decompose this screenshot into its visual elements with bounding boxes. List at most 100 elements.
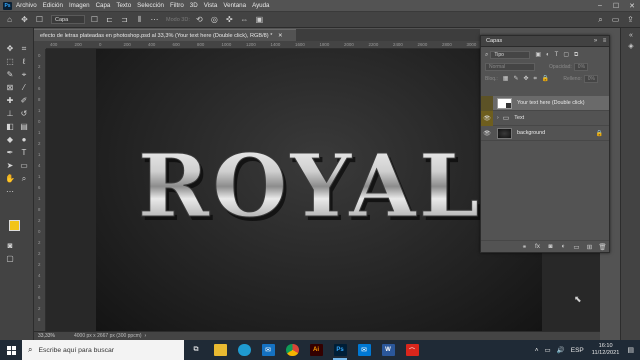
- menu-imagen[interactable]: Imagen: [69, 2, 90, 9]
- scale-3d-icon[interactable]: ▣: [254, 14, 265, 25]
- link-layers-icon[interactable]: ⚭: [518, 243, 531, 251]
- screen-mode-icon[interactable]: ▢: [4, 253, 16, 264]
- align-left-icon[interactable]: ⊏: [104, 14, 115, 25]
- collapse-panels-icon[interactable]: «: [625, 32, 637, 42]
- shape-tool-icon[interactable]: ▭: [18, 160, 30, 171]
- lock-paint-icon[interactable]: ✎: [513, 76, 518, 82]
- filter-adjust-icon[interactable]: ◐: [546, 52, 550, 58]
- quick-select-tool-icon[interactable]: ✎: [4, 69, 16, 80]
- pan-3d-icon[interactable]: ✜: [224, 14, 235, 25]
- gradient-tool-icon[interactable]: ▤: [18, 121, 30, 132]
- volume-icon[interactable]: 🔊: [557, 346, 565, 354]
- fill-input[interactable]: 0%: [583, 75, 598, 83]
- edge-button[interactable]: [232, 340, 256, 360]
- pen-tool-icon[interactable]: ✒: [4, 147, 16, 158]
- word-button[interactable]: W: [376, 340, 400, 360]
- new-group-icon[interactable]: ▭: [570, 243, 583, 251]
- close-button[interactable]: ✕: [624, 2, 640, 10]
- horizontal-ruler[interactable]: 400 200 0 200 400 600 800 1000 1200 1400 1600 1800 2…: [46, 41, 480, 49]
- filter-pixel-icon[interactable]: ▣: [535, 52, 541, 58]
- document-tab[interactable]: efecto de letras plateadas en photoshop.…: [34, 29, 296, 41]
- distribute-icon[interactable]: ⋯: [149, 14, 160, 25]
- marquee-tool-icon[interactable]: ⬚: [4, 56, 16, 67]
- menu-edicion[interactable]: Edición: [43, 2, 63, 9]
- lock-artboard-icon[interactable]: ⌗: [534, 76, 537, 82]
- transform-controls-checkbox[interactable]: ☐: [89, 14, 100, 25]
- show-hidden-icons-chevron-icon[interactable]: ˄: [535, 347, 539, 354]
- filter-type-icon[interactable]: T: [555, 52, 559, 58]
- expand-group-chevron-icon[interactable]: ›: [497, 115, 499, 121]
- taskbar-search-box[interactable]: ⌕ Escribe aquí para buscar: [22, 340, 184, 360]
- move-tool-icon[interactable]: ✥: [4, 43, 16, 54]
- lock-pixels-icon[interactable]: ▦: [503, 76, 509, 82]
- layer-name[interactable]: background: [517, 130, 545, 136]
- zoom-level[interactable]: 33,33%: [34, 333, 74, 339]
- layers-panel-icon[interactable]: ◈: [625, 42, 637, 52]
- search-icon[interactable]: ⌕: [595, 14, 606, 25]
- acrobat-button[interactable]: ⌒: [400, 340, 424, 360]
- delete-layer-icon[interactable]: 🗑: [596, 243, 609, 251]
- menu-archivo[interactable]: Archivo: [16, 2, 37, 9]
- roll-3d-icon[interactable]: ◎: [209, 14, 220, 25]
- workspace-icon[interactable]: ▭: [610, 14, 621, 25]
- status-menu-arrow-icon[interactable]: ›: [145, 333, 147, 339]
- orbit-3d-icon[interactable]: ⟲: [194, 14, 205, 25]
- share-icon[interactable]: ⇪: [625, 14, 636, 25]
- opacity-input[interactable]: 0%: [573, 63, 588, 71]
- maximize-button[interactable]: ☐: [608, 2, 624, 10]
- slide-3d-icon[interactable]: ⇔: [239, 14, 250, 25]
- lock-position-icon[interactable]: ✥: [524, 76, 529, 82]
- menu-ayuda[interactable]: Ayuda: [252, 2, 269, 9]
- type-tool-icon[interactable]: T: [18, 147, 30, 158]
- network-icon[interactable]: ▭: [545, 346, 551, 354]
- minimize-button[interactable]: –: [592, 2, 608, 10]
- crop-tool-icon[interactable]: ⌖: [18, 69, 30, 80]
- artboard-tool-icon[interactable]: ⌗: [18, 43, 30, 54]
- vertical-ruler[interactable]: 0246810121416182022242628: [34, 49, 46, 331]
- file-explorer-button[interactable]: [208, 340, 232, 360]
- healing-brush-tool-icon[interactable]: ✚: [4, 95, 16, 106]
- add-mask-icon[interactable]: ◙: [544, 243, 557, 250]
- adjustment-layer-icon[interactable]: ◐: [557, 243, 570, 250]
- eyedropper-tool-icon[interactable]: ⁄: [18, 82, 30, 93]
- filter-smart-icon[interactable]: ⧉: [574, 52, 578, 58]
- chrome-button[interactable]: [280, 340, 304, 360]
- collapse-icon[interactable]: »: [591, 38, 600, 44]
- menu-vista[interactable]: Vista: [204, 2, 218, 9]
- auto-select-target-select[interactable]: Capa: [51, 15, 85, 24]
- lasso-tool-icon[interactable]: ℓ: [18, 56, 30, 67]
- layer-row-group[interactable]: 👁 › ▭ Text: [481, 110, 609, 126]
- auto-select-checkbox[interactable]: ☐: [34, 14, 45, 25]
- mail-app-button[interactable]: ✉: [352, 340, 376, 360]
- photoshop-button[interactable]: Ps: [328, 340, 352, 360]
- layers-panel-title[interactable]: Capas: [486, 38, 502, 44]
- mail-button[interactable]: ✉: [256, 340, 280, 360]
- history-brush-tool-icon[interactable]: ↺: [18, 108, 30, 119]
- blend-mode-select[interactable]: Normal: [485, 63, 535, 71]
- visibility-toggle-off[interactable]: [481, 95, 493, 111]
- notifications-icon[interactable]: ▤: [627, 346, 634, 354]
- illustrator-button[interactable]: Ai: [304, 340, 328, 360]
- menu-texto[interactable]: Texto: [116, 2, 131, 9]
- layer-name[interactable]: Your text here (Double click): [517, 100, 585, 106]
- language-indicator[interactable]: ESP: [571, 347, 584, 354]
- menu-3d[interactable]: 3D: [190, 2, 198, 9]
- frame-tool-icon[interactable]: ⊠: [4, 82, 16, 93]
- align-right-icon[interactable]: ⫴: [134, 14, 145, 25]
- filter-shape-icon[interactable]: ▢: [563, 52, 569, 58]
- layer-row-background[interactable]: 👁 background 🔒: [481, 126, 609, 141]
- brush-tool-icon[interactable]: ✐: [18, 95, 30, 106]
- layer-filter-select[interactable]: Tipo: [490, 51, 531, 59]
- eraser-tool-icon[interactable]: ◧: [4, 121, 16, 132]
- close-tab-icon[interactable]: ✕: [278, 33, 283, 39]
- panel-menu-icon[interactable]: ≡: [600, 38, 609, 44]
- menu-ventana[interactable]: Ventana: [223, 2, 246, 9]
- zoom-tool-icon[interactable]: ⌕: [18, 173, 30, 184]
- blur-tool-icon[interactable]: ◆: [4, 134, 16, 145]
- menu-filtro[interactable]: Filtro: [170, 2, 184, 9]
- visibility-toggle-eye-icon[interactable]: 👁: [481, 126, 493, 141]
- foreground-color-swatch[interactable]: [9, 220, 20, 231]
- menu-seleccion[interactable]: Selección: [137, 2, 164, 9]
- align-center-icon[interactable]: ⊐: [119, 14, 130, 25]
- menu-capa[interactable]: Capa: [96, 2, 111, 9]
